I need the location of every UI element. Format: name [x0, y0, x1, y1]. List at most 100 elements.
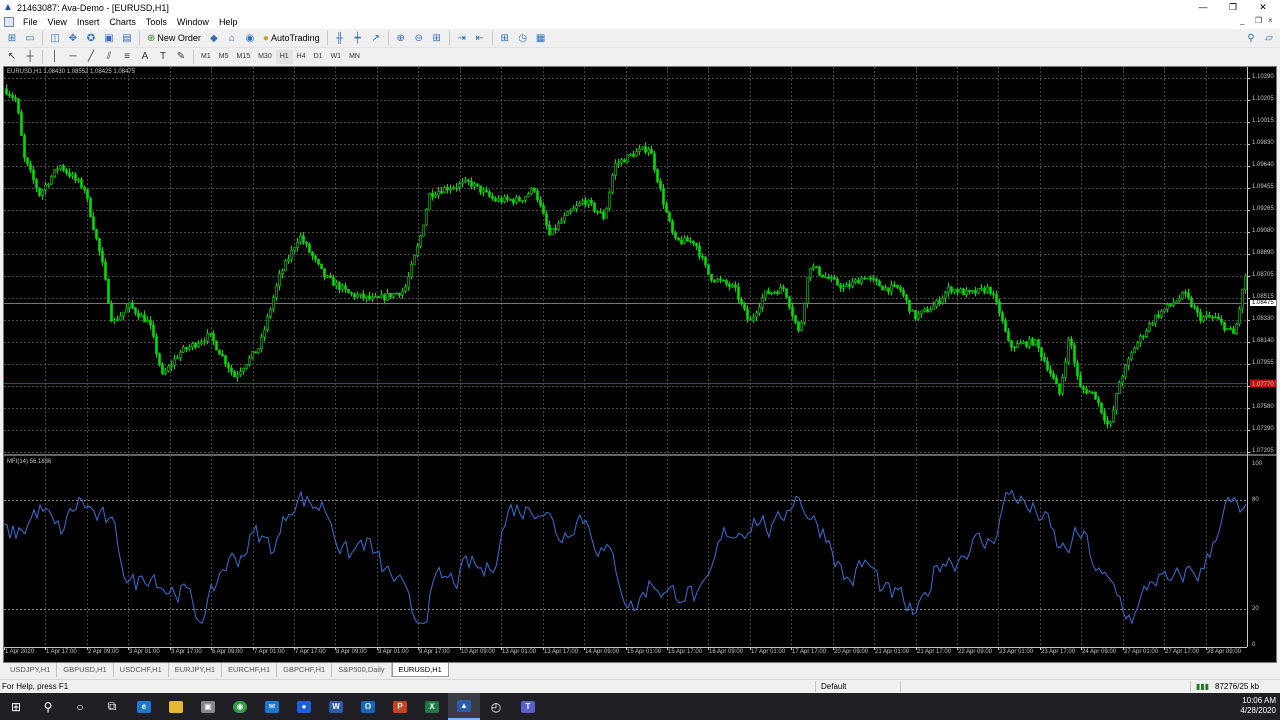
indicators-icon[interactable]: ⊞	[497, 31, 513, 46]
candle-body	[938, 300, 941, 304]
candle-body	[512, 199, 515, 204]
line-studies-toolbar: ↖ ┼ │ ─ ╱ ⫽ ≡ A T ✎ M1 M5 M15 M30 H1 H4 …	[0, 48, 1280, 65]
candle-body	[725, 280, 728, 285]
equidistant-channel-icon[interactable]: ⫽	[101, 49, 117, 64]
tab-sp500[interactable]: S&P500,Daily	[332, 663, 392, 677]
start-icon[interactable]: ⊞	[0, 693, 32, 720]
menu-help[interactable]: Help	[214, 15, 243, 29]
candle-body	[1001, 312, 1004, 321]
mdi-restore-icon[interactable]: ❐	[1255, 16, 1262, 25]
tab-usdjpy[interactable]: USDJPY,H1	[4, 663, 58, 677]
candle-body	[1007, 331, 1010, 341]
system-tray[interactable]: 10:06 AM 4/28/2020	[1240, 693, 1276, 720]
mdi-close-icon[interactable]: ×	[1268, 16, 1273, 25]
timeframe-h4[interactable]: H4	[293, 50, 310, 64]
chart-shift-icon[interactable]: ⇥	[454, 31, 470, 46]
text-label-icon[interactable]: T	[155, 49, 171, 64]
zoom-out-icon[interactable]: ⊖	[411, 31, 427, 46]
candle-body	[731, 284, 734, 287]
bar-chart-icon[interactable]: ╫	[332, 31, 348, 46]
outlook-icon[interactable]: O	[352, 693, 384, 720]
vertical-line-icon[interactable]: │	[47, 49, 63, 64]
candle-body	[1205, 315, 1208, 318]
tab-usdchf[interactable]: USDCHF,H1	[114, 663, 169, 677]
periods-icon[interactable]: ◷	[515, 31, 531, 46]
edge-icon[interactable]: e	[128, 693, 160, 720]
search-icon[interactable]: ⚲	[32, 693, 64, 720]
crosshair-icon[interactable]: ┼	[22, 49, 38, 64]
candlestick-icon[interactable]: ┿	[350, 31, 366, 46]
powerpoint-icon[interactable]: P	[384, 693, 416, 720]
candle-body	[500, 198, 503, 203]
indicator-info: MFI(14) 56.1836	[7, 459, 52, 465]
zoom-icon[interactable]: ●	[288, 693, 320, 720]
file-explorer-icon[interactable]	[160, 693, 192, 720]
timeframe-d1[interactable]: D1	[310, 50, 327, 64]
excel-icon[interactable]: X	[416, 693, 448, 720]
market-icon[interactable]: ⌂	[224, 31, 240, 46]
minimize-button[interactable]: —	[1188, 0, 1218, 15]
line-chart-icon[interactable]: ↗	[368, 31, 384, 46]
menu-insert[interactable]: Insert	[72, 15, 105, 29]
tab-eurchf[interactable]: EURCHF,H1	[222, 663, 278, 677]
templates-icon[interactable]: ▦	[533, 31, 549, 46]
text-icon[interactable]: A	[137, 49, 153, 64]
close-button[interactable]: ✕	[1248, 0, 1278, 15]
task-view-icon[interactable]: ⧉	[96, 693, 128, 720]
maximize-button[interactable]: ❐	[1218, 0, 1248, 15]
mail-icon[interactable]: ✉	[256, 693, 288, 720]
candle-body	[764, 290, 767, 298]
trendline-icon[interactable]: ╱	[83, 49, 99, 64]
menu-file[interactable]: File	[18, 15, 43, 29]
menu-window[interactable]: Window	[172, 15, 214, 29]
autotrading-button[interactable]: ● AutoTrading	[260, 31, 323, 46]
menu-tools[interactable]: Tools	[141, 15, 172, 29]
timeframe-h1[interactable]: H1	[275, 49, 293, 64]
signals-icon[interactable]: ◉	[242, 31, 258, 46]
strategy-tester-icon[interactable]: ▤	[119, 31, 135, 46]
candle-body	[776, 291, 779, 294]
timeframe-m15[interactable]: M15	[232, 50, 254, 64]
candle-body	[473, 183, 476, 187]
profiles-icon[interactable]: ▭	[22, 31, 38, 46]
teams-icon[interactable]: T	[512, 693, 544, 720]
chart-canvas[interactable]	[4, 67, 1278, 664]
tab-eurjpy[interactable]: EURJPY,H1	[169, 663, 223, 677]
zoom-in-icon[interactable]: ⊕	[393, 31, 409, 46]
menu-view[interactable]: View	[43, 15, 72, 29]
timeframe-m30[interactable]: M30	[254, 50, 276, 64]
word-icon[interactable]: W	[320, 693, 352, 720]
new-chart-icon[interactable]: ⊞	[4, 31, 20, 46]
timeframe-w1[interactable]: W1	[327, 50, 346, 64]
candle-body	[467, 179, 470, 182]
timeframe-m1[interactable]: M1	[197, 50, 215, 64]
tab-gbpchf[interactable]: GBPCHF,H1	[277, 663, 333, 677]
arrows-icon[interactable]: ✎	[173, 49, 189, 64]
fibonacci-icon[interactable]: ≡	[119, 49, 135, 64]
timeframe-mn[interactable]: MN	[345, 50, 364, 64]
cursor-icon[interactable]: ↖	[4, 49, 20, 64]
photos-icon[interactable]: ▣	[192, 693, 224, 720]
metaeditor-icon[interactable]: ◆	[206, 31, 222, 46]
tab-gbpusd[interactable]: GBPUSD,H1	[57, 663, 114, 677]
terminal-icon[interactable]: ▣	[101, 31, 117, 46]
tab-eurusd[interactable]: EURUSD,H1	[391, 663, 449, 677]
cortana-icon[interactable]: ○	[64, 693, 96, 720]
timeframe-m5[interactable]: M5	[215, 50, 233, 64]
tile-windows-icon[interactable]: ⊞	[429, 31, 445, 46]
menu-charts[interactable]: Charts	[104, 15, 141, 29]
chart-window[interactable]: EURUSD,H1 1.08430 1.08552 1.08425 1.0847…	[3, 66, 1278, 664]
data-window-icon[interactable]: ✥	[65, 31, 81, 46]
chrome-icon[interactable]: ◉	[224, 693, 256, 720]
chat-icon[interactable]: ▱	[1261, 31, 1277, 46]
clock-app-icon[interactable]: ◴	[480, 693, 512, 720]
navigator-icon[interactable]: ✪	[83, 31, 99, 46]
search-icon[interactable]: ⚲	[1243, 31, 1259, 46]
metatrader-icon[interactable]: ▲	[448, 693, 480, 720]
market-watch-icon[interactable]: ◫	[47, 31, 63, 46]
mdi-minimize-icon[interactable]: _	[1240, 16, 1244, 25]
new-order-button[interactable]: ⊕ New Order	[144, 31, 204, 46]
candle-body	[623, 159, 626, 163]
horizontal-line-icon[interactable]: ─	[65, 49, 81, 64]
autoscroll-icon[interactable]: ⇤	[472, 31, 488, 46]
